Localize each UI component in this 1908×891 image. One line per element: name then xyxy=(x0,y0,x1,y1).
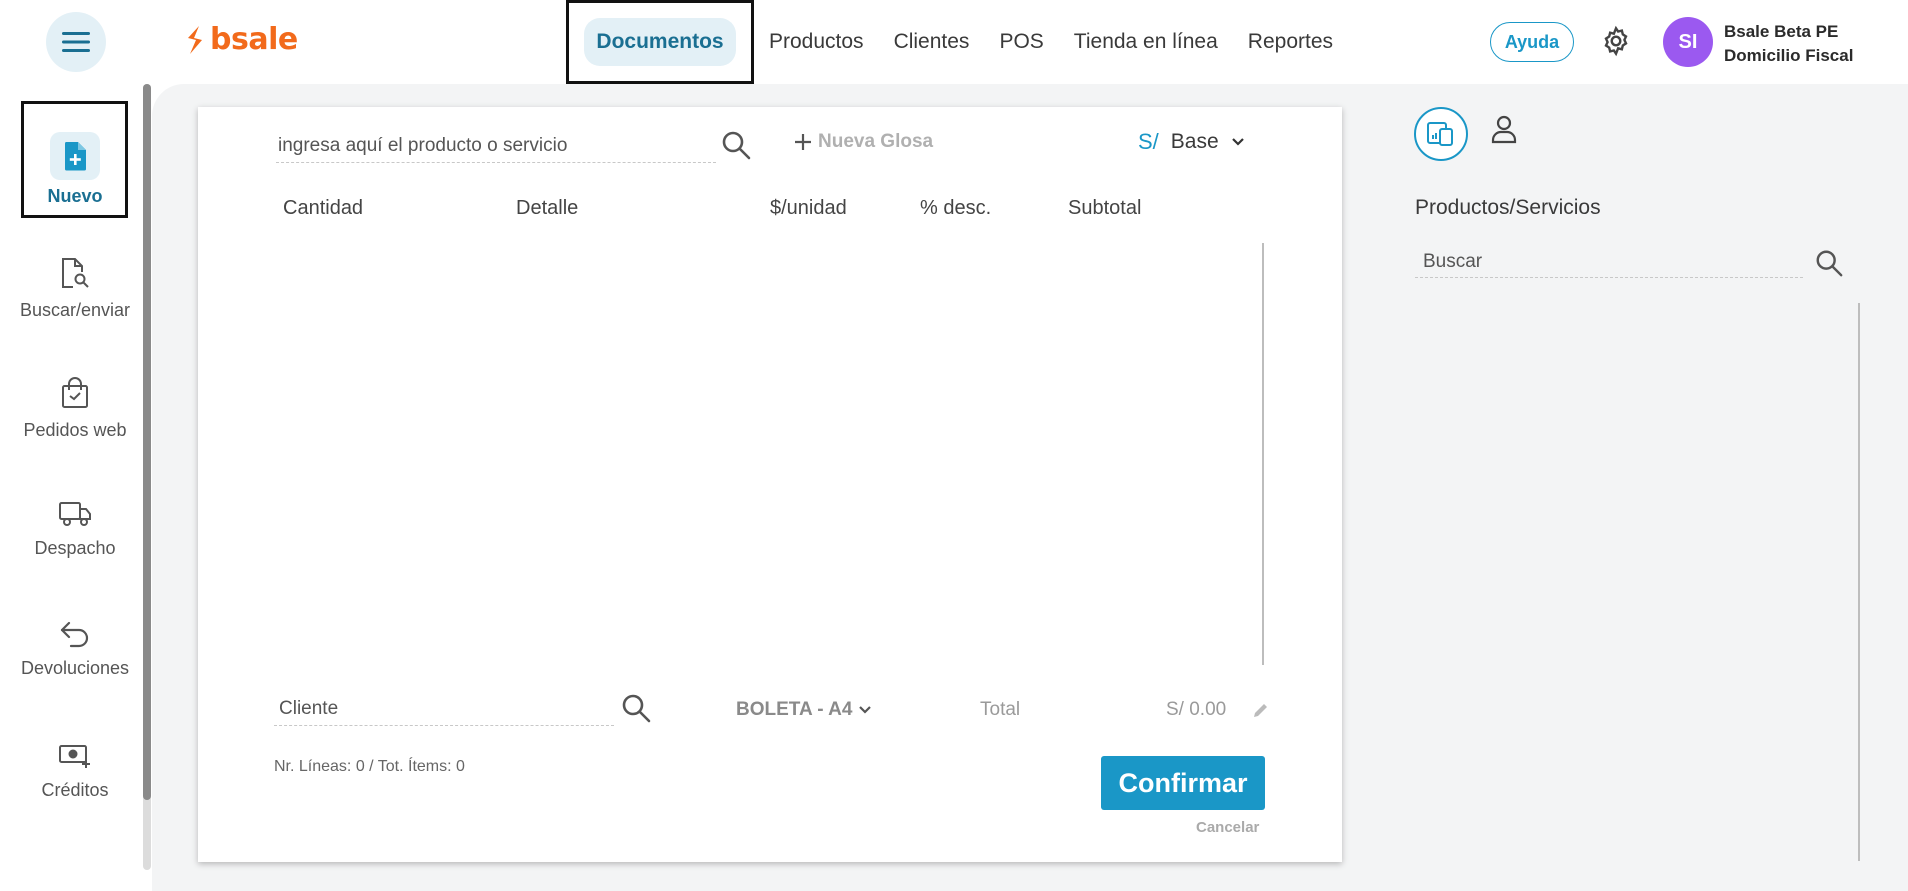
products-list-scrollbar[interactable] xyxy=(1858,303,1860,861)
plus-icon xyxy=(795,134,811,150)
logo-text: bsale xyxy=(210,22,298,57)
main-nav: Documentos Productos Clientes POS Tienda… xyxy=(566,0,1348,84)
nav-highlight-box: Documentos xyxy=(566,0,754,84)
lines-scrollbar[interactable] xyxy=(1262,243,1264,665)
column-header-cantidad: Cantidad xyxy=(283,197,364,219)
chevron-down-icon xyxy=(859,706,872,714)
column-header-discount: % desc. xyxy=(920,197,992,219)
document-panel: ingresa aquí el producto o servicio Nuev… xyxy=(198,107,1342,862)
sidebar-item-label: Devoluciones xyxy=(20,658,130,678)
user-name: Bsale Beta PE xyxy=(1724,22,1839,41)
sidebar-item-despacho[interactable]: Despacho xyxy=(0,500,150,559)
sidebar-item-label: Despacho xyxy=(34,538,116,558)
bsale-logo-icon xyxy=(188,25,202,54)
column-header-subtotal: Subtotal xyxy=(1068,197,1142,219)
user-info[interactable]: Bsale Beta PE Domicilio Fiscal xyxy=(1724,20,1853,68)
tab-client[interactable] xyxy=(1490,114,1518,151)
help-button[interactable]: Ayuda xyxy=(1490,22,1574,62)
products-panel-title: Productos/Servicios xyxy=(1415,196,1601,219)
settings-button[interactable] xyxy=(1600,25,1632,62)
sidebar-item-pedidos-web[interactable]: Pedidos web xyxy=(0,376,150,441)
document-type-value: BOLETA - A4 xyxy=(736,699,853,720)
user-branch: Domicilio Fiscal xyxy=(1724,46,1854,65)
pencil-icon xyxy=(1254,704,1267,717)
product-search-input[interactable]: ingresa aquí el producto o servicio xyxy=(276,129,716,163)
sidebar-item-label: Buscar/enviar xyxy=(19,300,131,320)
sidebar-item-buscar-enviar[interactable]: Buscar/enviar xyxy=(0,256,150,321)
search-icon xyxy=(1816,250,1843,277)
line-item-counts: Nr. Líneas: 0 / Tot. Ítems: 0 xyxy=(274,758,465,775)
document-type-selector[interactable]: BOLETA - A4 xyxy=(736,699,872,721)
sidebar: Nuevo Buscar/enviar Pedidos web Despacho… xyxy=(0,84,140,891)
search-icon xyxy=(622,694,651,723)
search-document-icon xyxy=(62,258,89,288)
price-list-selector[interactable]: S/ Base xyxy=(1138,129,1245,155)
currency-symbol: S/ xyxy=(1138,129,1159,154)
menu-button[interactable] xyxy=(46,12,106,72)
return-arrow-icon xyxy=(60,621,89,648)
bsale-logo[interactable]: bsale xyxy=(184,22,298,57)
devices-icon xyxy=(1427,122,1453,146)
chevron-down-icon xyxy=(1231,138,1244,146)
nav-tienda-en-linea[interactable]: Tienda en línea xyxy=(1059,30,1233,54)
total-label: Total xyxy=(980,699,1021,720)
new-glosa-label: Nueva Glosa xyxy=(818,131,934,152)
products-search-button[interactable] xyxy=(1814,248,1844,283)
shopping-bag-icon xyxy=(62,377,88,408)
money-add-icon xyxy=(59,745,90,768)
search-icon xyxy=(722,131,751,160)
sidebar-item-devoluciones[interactable]: Devoluciones xyxy=(0,620,150,679)
user-avatar[interactable]: SI xyxy=(1663,17,1713,67)
client-search-button[interactable] xyxy=(620,692,652,729)
sidebar-scrollbar-thumb[interactable] xyxy=(143,84,151,800)
nav-clientes[interactable]: Clientes xyxy=(879,30,985,54)
sidebar-item-label: Nuevo xyxy=(47,186,103,206)
top-bar: bsale Documentos Productos Clientes POS … xyxy=(0,0,1908,84)
sidebar-item-label: Créditos xyxy=(41,780,109,800)
column-header-unit-price: $/unidad xyxy=(770,197,847,219)
person-icon xyxy=(1491,115,1517,144)
truck-icon xyxy=(59,502,91,526)
products-search-input[interactable]: Buscar xyxy=(1415,246,1803,278)
sidebar-item-nuevo[interactable]: Nuevo xyxy=(0,132,150,207)
confirm-button[interactable]: Confirmar xyxy=(1101,756,1265,810)
nav-reportes[interactable]: Reportes xyxy=(1233,30,1348,54)
total-value: S/ 0.00 xyxy=(1166,699,1227,720)
nav-pos[interactable]: POS xyxy=(984,30,1058,54)
new-document-icon xyxy=(50,132,100,180)
tab-products[interactable] xyxy=(1414,107,1468,161)
price-list-value: Base xyxy=(1170,130,1219,153)
gear-icon xyxy=(1604,25,1628,57)
hamburger-icon xyxy=(62,32,90,52)
column-header-detalle: Detalle xyxy=(516,197,579,219)
product-search-button[interactable] xyxy=(720,129,752,166)
nav-documentos[interactable]: Documentos xyxy=(584,18,736,66)
sidebar-item-label: Pedidos web xyxy=(23,420,127,440)
client-search-input[interactable]: Cliente xyxy=(274,692,614,726)
nav-productos[interactable]: Productos xyxy=(754,30,879,54)
edit-total-button[interactable] xyxy=(1252,701,1270,724)
sidebar-item-creditos[interactable]: Créditos xyxy=(0,742,150,801)
new-glosa-button[interactable]: Nueva Glosa xyxy=(794,131,933,153)
cancel-button[interactable]: Cancelar xyxy=(1196,819,1259,836)
